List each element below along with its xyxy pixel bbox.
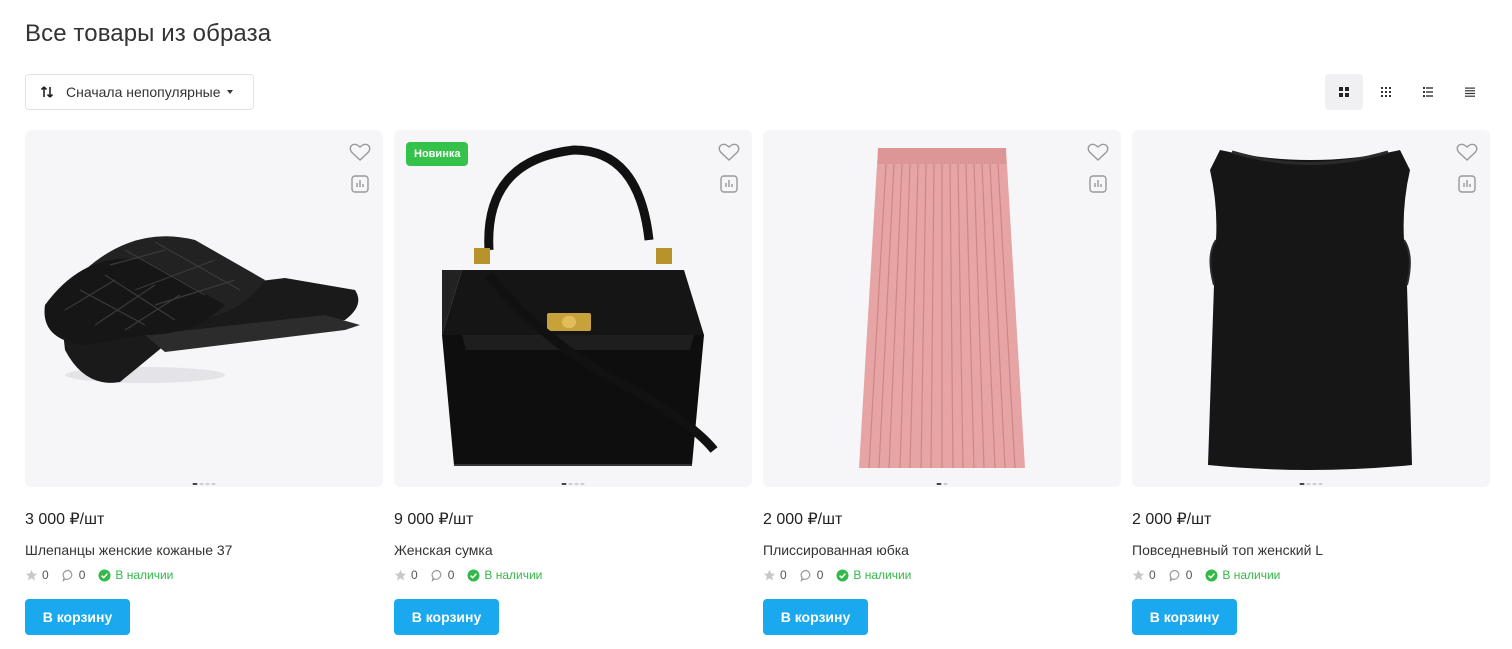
table-list-icon — [1465, 87, 1475, 97]
product-price: 2 000 ₽/шт — [763, 511, 843, 528]
product-image[interactable] — [25, 130, 383, 487]
stock-status: В наличии — [1222, 568, 1281, 582]
comments-count: 0 — [1185, 568, 1193, 582]
page-title: Все товары из образа — [25, 20, 272, 47]
tank-top-image — [1208, 150, 1412, 470]
add-to-cart-button[interactable]: В корзину — [1132, 599, 1237, 635]
slides-image — [44, 236, 360, 383]
compare-icon[interactable] — [351, 175, 369, 193]
rating-count: 0 — [42, 568, 49, 582]
pleated-skirt-image — [859, 148, 1025, 469]
view-table-list-button[interactable] — [1451, 74, 1489, 110]
compare-icon[interactable] — [1089, 175, 1107, 193]
comments-count: 0 — [78, 568, 86, 582]
product-price: 3 000 ₽/шт — [25, 511, 105, 528]
product-meta: 0 0 В наличии — [763, 568, 1121, 582]
product-image[interactable] — [763, 130, 1121, 487]
heart-icon[interactable] — [349, 142, 371, 162]
image-slider-dots — [192, 483, 216, 485]
new-badge: Новинка — [406, 142, 469, 166]
product-image[interactable] — [1132, 130, 1490, 487]
star-icon — [25, 569, 38, 580]
comment-icon — [431, 569, 442, 582]
product-price: 2 000 ₽/шт — [1132, 511, 1212, 528]
product-meta: 0 0 В наличии — [394, 568, 752, 582]
image-slider-dots — [1299, 483, 1323, 485]
check-circle-icon — [467, 569, 480, 581]
product-name[interactable]: Повседневный топ женский L — [1132, 542, 1490, 558]
product-name[interactable]: Плиссированная юбка — [763, 542, 1121, 558]
product-card: Новинка 9 000 ₽/шт Женская сумка 0 0 В н… — [394, 130, 752, 635]
view-switch — [1325, 74, 1489, 110]
star-icon — [763, 569, 776, 580]
comment-icon — [800, 569, 811, 582]
add-to-cart-button[interactable]: В корзину — [763, 599, 868, 635]
list-icon — [1423, 87, 1433, 97]
sort-dropdown[interactable]: Сначала непопулярные — [25, 74, 254, 110]
caret-down-icon — [226, 90, 233, 94]
product-price: 9 000 ₽/шт — [394, 511, 474, 528]
comments-count: 0 — [447, 568, 455, 582]
product-meta: 0 0 В наличии — [25, 568, 383, 582]
compare-icon[interactable] — [1458, 175, 1476, 193]
stock-status: В наличии — [484, 568, 543, 582]
image-slider-dots — [561, 483, 585, 485]
check-circle-icon — [98, 569, 111, 581]
heart-icon[interactable] — [718, 142, 740, 162]
stock-status: В наличии — [115, 568, 174, 582]
comment-icon — [1169, 569, 1180, 582]
comment-icon — [62, 569, 73, 582]
rating-count: 0 — [780, 568, 787, 582]
handbag-image — [442, 145, 718, 466]
star-icon — [1132, 569, 1145, 580]
rating-count: 0 — [411, 568, 418, 582]
view-grid-small-button[interactable] — [1367, 74, 1405, 110]
view-grid-large-button[interactable] — [1325, 74, 1363, 110]
grid-large-icon — [1339, 87, 1349, 97]
product-name[interactable]: Женская сумка — [394, 542, 752, 558]
rating-count: 0 — [1149, 568, 1156, 582]
add-to-cart-button[interactable]: В корзину — [25, 599, 130, 635]
sort-arrows-icon — [40, 86, 54, 98]
view-list-button[interactable] — [1409, 74, 1447, 110]
comments-count: 0 — [816, 568, 824, 582]
heart-icon[interactable] — [1456, 142, 1478, 162]
grid-small-icon — [1381, 87, 1391, 97]
product-grid: 3 000 ₽/шт Шлепанцы женские кожаные 37 0… — [25, 130, 1490, 635]
product-meta: 0 0 В наличии — [1132, 568, 1490, 582]
image-slider-dots — [936, 483, 948, 485]
check-circle-icon — [1205, 569, 1218, 581]
add-to-cart-button[interactable]: В корзину — [394, 599, 499, 635]
check-circle-icon — [836, 569, 849, 581]
star-icon — [394, 569, 407, 580]
product-name[interactable]: Шлепанцы женские кожаные 37 — [25, 542, 383, 558]
product-card: 3 000 ₽/шт Шлепанцы женские кожаные 37 0… — [25, 130, 383, 635]
product-card: 2 000 ₽/шт Плиссированная юбка 0 0 В нал… — [763, 130, 1121, 635]
sort-label: Сначала непопулярные — [66, 84, 221, 100]
compare-icon[interactable] — [720, 175, 738, 193]
product-image[interactable]: Новинка — [394, 130, 752, 487]
heart-icon[interactable] — [1087, 142, 1109, 162]
product-card: 2 000 ₽/шт Повседневный топ женский L 0 … — [1132, 130, 1490, 635]
stock-status: В наличии — [853, 568, 912, 582]
